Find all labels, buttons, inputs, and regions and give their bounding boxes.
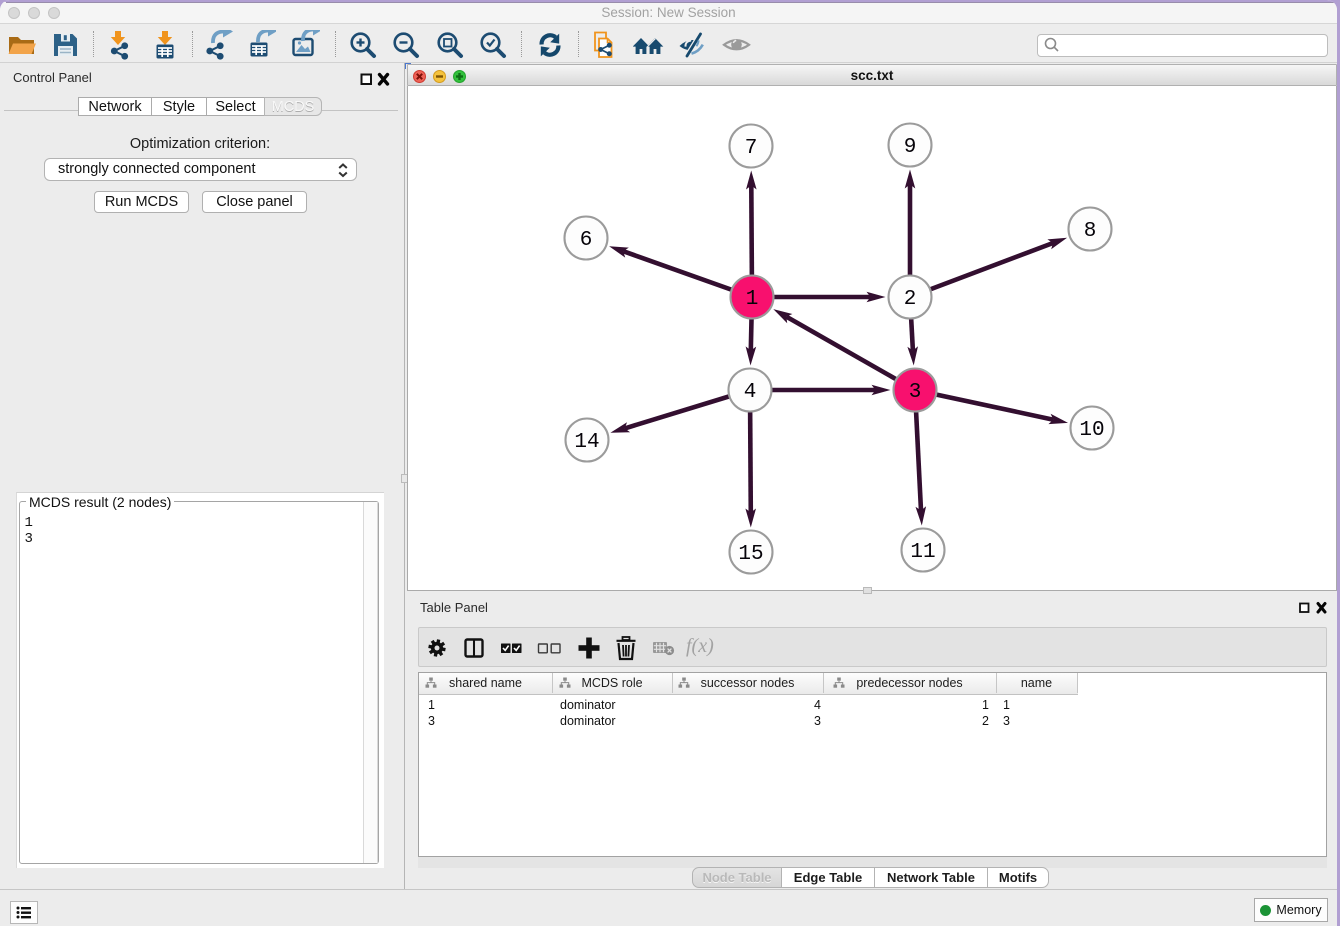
svg-text:1: 1 (746, 288, 759, 311)
svg-text:14: 14 (574, 431, 599, 454)
svg-text:4: 4 (744, 381, 757, 404)
svg-text:9: 9 (904, 136, 917, 159)
svg-text:11: 11 (910, 541, 935, 564)
svg-text:8: 8 (1084, 220, 1097, 243)
svg-text:2: 2 (904, 288, 917, 311)
svg-text:3: 3 (909, 381, 922, 404)
svg-text:6: 6 (580, 229, 593, 252)
svg-text:15: 15 (738, 543, 763, 566)
svg-text:7: 7 (745, 137, 758, 160)
svg-text:10: 10 (1079, 419, 1104, 442)
